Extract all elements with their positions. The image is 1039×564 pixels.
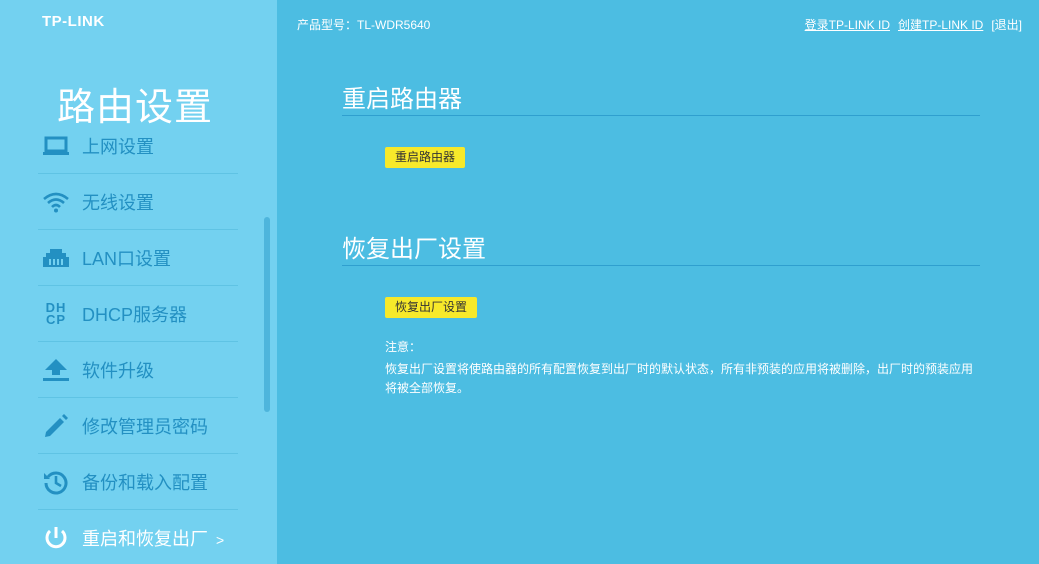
note-text-line2: 将被全部恢复。 (385, 381, 470, 395)
product-model: 产品型号：TL-WDR5640 (297, 18, 431, 32)
chevron-right-icon: > (216, 532, 225, 548)
sidebar-item-label: LAN口设置 (82, 248, 172, 269)
sidebar-item-backup-restore[interactable]: 备份和载入配置 (38, 454, 238, 510)
wifi-icon (40, 186, 72, 218)
factory-reset-button[interactable]: 恢复出厂设置 (385, 297, 478, 318)
power-icon (40, 522, 72, 554)
sidebar-item-lan[interactable]: LAN口设置 (38, 230, 238, 286)
sidebar-item-label: 软件升级 (82, 360, 154, 381)
note-label: 注意： (385, 340, 422, 354)
sidebar-item-wireless[interactable]: 无线设置 (38, 174, 238, 230)
sidebar-item-firmware-upgrade[interactable]: 软件升级 (38, 342, 238, 398)
laptop-icon (40, 130, 72, 162)
dhcp-icon-bottom: CP (45, 311, 67, 327)
sidebar-item-reboot-reset[interactable]: 重启和恢复出厂 > (38, 510, 238, 564)
factory-reset-section-title: 恢复出厂设置 (342, 236, 486, 263)
sidebar-item-dhcp[interactable]: DH CP DHCP服务器 (38, 286, 238, 342)
lan-port-icon (40, 242, 72, 274)
logout-link[interactable]: [退出] (991, 16, 1022, 33)
sidebar: TP-LINK 路由设置 上网设置 无线设置 LAN口设置 DH CP DHCP… (0, 0, 277, 564)
sidebar-item-label: 重启和恢复出厂 (82, 529, 208, 549)
section-divider (342, 265, 980, 266)
sidebar-item-label: 上网设置 (82, 136, 154, 157)
pencil-icon (40, 410, 72, 442)
reboot-button[interactable]: 重启路由器 (385, 147, 466, 168)
account-links: 登录TP-LINK ID 创建TP-LINK ID [退出] (805, 16, 1022, 33)
sidebar-item-label: DHCP服务器 (82, 304, 188, 325)
note-text-line1: 恢复出厂设置将使路由器的所有配置恢复到出厂时的默认状态，所有非预装的应用将被删除… (385, 362, 974, 376)
sidebar-item-change-password[interactable]: 修改管理员密码 (38, 398, 238, 454)
upload-icon (40, 354, 72, 386)
sidebar-item-internet[interactable]: 上网设置 (38, 118, 238, 174)
tp-link-logo: TP-LINK (42, 13, 105, 30)
section-divider (342, 115, 980, 116)
dhcp-icon: DH CP (40, 298, 72, 330)
sidebar-scrollbar[interactable] (264, 217, 270, 412)
history-icon (40, 466, 72, 498)
sidebar-item-label: 无线设置 (82, 192, 154, 213)
sidebar-item-label: 修改管理员密码 (82, 416, 208, 437)
login-tplink-id-link[interactable]: 登录TP-LINK ID (805, 16, 890, 33)
sidebar-item-label: 备份和载入配置 (82, 472, 208, 493)
reboot-section-title: 重启路由器 (342, 86, 462, 113)
create-tplink-id-link[interactable]: 创建TP-LINK ID (898, 16, 983, 33)
